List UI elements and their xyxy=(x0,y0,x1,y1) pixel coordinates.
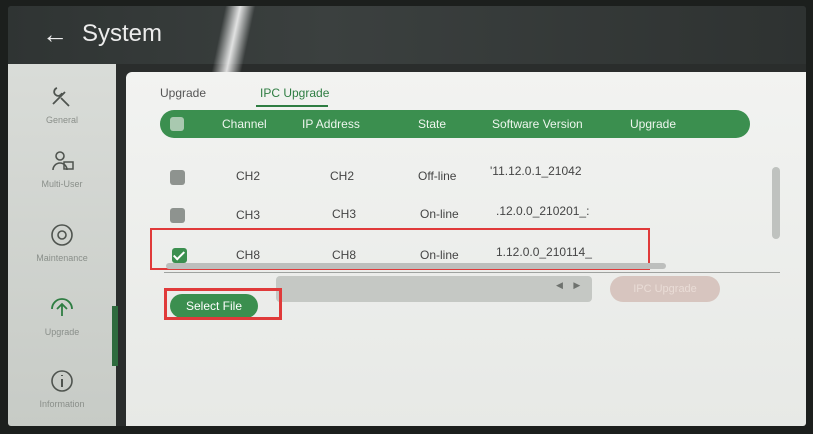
vertical-scrollbar[interactable] xyxy=(772,167,780,239)
active-indicator xyxy=(112,306,118,366)
cell-channel: CH3 xyxy=(236,208,261,222)
sidebar-item-maintenance[interactable]: Maintenance xyxy=(8,220,116,263)
main-panel: Upgrade IPC Upgrade Channel IP Address S… xyxy=(126,72,806,426)
select-all-checkbox[interactable] xyxy=(170,117,184,131)
device-screen: ← System General Multi-User Maintenance … xyxy=(8,6,806,426)
cell-software-version: .12.0.0_210201_: xyxy=(496,204,590,218)
sidebar-item-information[interactable]: Information xyxy=(8,366,116,409)
cell-ip-address: CH2 xyxy=(330,169,355,183)
tab-upgrade[interactable]: Upgrade xyxy=(160,86,206,100)
scroll-arrows-icon[interactable]: ◀ ▶ xyxy=(556,280,584,291)
info-icon xyxy=(51,370,73,392)
table-header: Channel IP Address State Software Versio… xyxy=(160,110,750,138)
cell-channel: CH2 xyxy=(236,169,261,183)
table-divider xyxy=(164,272,780,273)
file-path-field[interactable] xyxy=(276,276,592,302)
sidebar-item-general[interactable]: General xyxy=(8,82,116,125)
cell-state: Off-line xyxy=(418,169,457,183)
sidebar-item-label: Multi-User xyxy=(41,179,83,189)
column-header-state: State xyxy=(418,117,447,131)
column-header-channel: Channel xyxy=(222,117,267,131)
column-header-upgrade: Upgrade xyxy=(630,117,677,131)
select-file-highlight xyxy=(164,288,282,320)
cell-state: On-line xyxy=(420,207,459,221)
cell-software-version: '11.12.0.1_21042 xyxy=(490,164,582,178)
sidebar-item-multi-user[interactable]: Multi-User xyxy=(8,146,116,189)
sidebar-item-upgrade[interactable]: Upgrade xyxy=(8,294,116,337)
top-bar: ← System xyxy=(8,6,806,64)
back-arrow-icon[interactable]: ← xyxy=(42,19,68,49)
sidebar: General Multi-User Maintenance Upgrade I… xyxy=(8,64,118,426)
tab-ipc-upgrade[interactable]: IPC Upgrade xyxy=(260,86,329,100)
sidebar-item-label: General xyxy=(45,115,79,125)
sidebar-item-label: Upgrade xyxy=(44,327,80,337)
cell-ip-address: CH3 xyxy=(332,207,357,221)
active-tab-underline xyxy=(256,105,328,107)
column-header-ip-address: IP Address xyxy=(302,117,360,131)
sidebar-item-label: Information xyxy=(39,399,85,409)
page-title: System xyxy=(82,20,163,47)
sidebar-item-label: Maintenance xyxy=(36,253,88,263)
upgrade-button[interactable]: IPC Upgrade xyxy=(610,276,720,302)
row-checkbox[interactable] xyxy=(170,208,185,223)
column-header-software-version: Software Version xyxy=(492,117,583,131)
upgrade-icon xyxy=(51,298,73,316)
maintenance-icon xyxy=(51,224,73,246)
row-checkbox[interactable] xyxy=(170,170,185,185)
wrench-screwdriver-icon xyxy=(52,87,70,107)
users-icon xyxy=(52,151,74,171)
horizontal-scrollbar[interactable] xyxy=(166,263,666,269)
